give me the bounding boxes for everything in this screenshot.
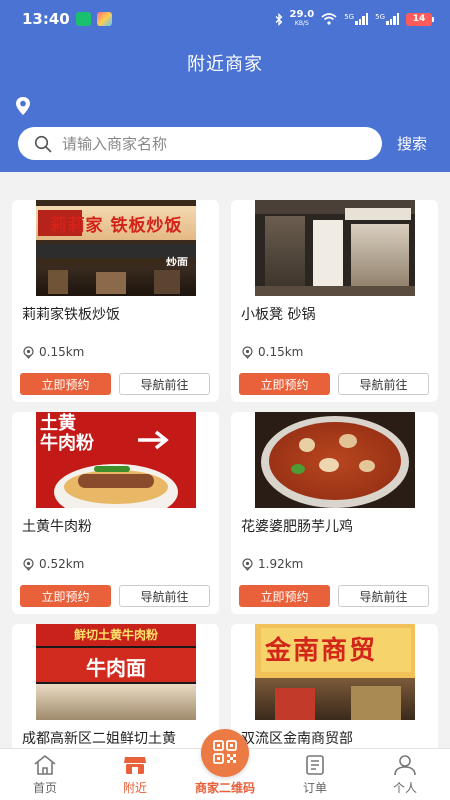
search-box[interactable] <box>18 127 382 160</box>
arrow-right-icon <box>138 430 169 450</box>
user-icon <box>394 755 416 776</box>
merchant-card[interactable]: 土黄 牛肉粉 土黄牛肉粉 0.52km 立即预约 导航前往 <box>12 412 219 614</box>
merchant-card[interactable]: 小板凳 砂锅 0.15km 立即预约 导航前往 <box>231 200 438 402</box>
status-time: 13:40 <box>22 10 70 28</box>
navigate-button[interactable]: 导航前往 <box>338 585 429 607</box>
book-now-button[interactable]: 立即预约 <box>20 373 111 395</box>
book-now-button[interactable]: 立即预约 <box>239 585 330 607</box>
location-pin-icon <box>23 557 34 571</box>
page-title: 附近商家 <box>187 54 263 75</box>
search-input[interactable] <box>62 134 362 153</box>
merchant-photo: 金南商贸 <box>255 624 415 720</box>
store-icon <box>124 757 146 774</box>
tab-home[interactable]: 首页 <box>0 749 90 800</box>
wifi-icon <box>321 13 337 25</box>
tab-merchant-qr[interactable]: 商家二维码 <box>180 729 270 800</box>
status-bar: 13:40 29.0 KB/S 5G 5G 14 <box>0 0 450 38</box>
merchant-name: 双流区金南商贸部 <box>241 731 353 747</box>
merchant-name: 成都高新区二姐鲜切土黄 <box>22 731 176 747</box>
merchant-card[interactable]: 莉莉家 铁板炒饭 炒面 莉莉家铁板炒饭 0.15km 立即预约 导航前往 <box>12 200 219 402</box>
location-pin-icon <box>242 557 253 571</box>
distance-value: 0.52km <box>39 557 85 571</box>
signal-5g-2: 5G <box>375 13 399 25</box>
merchant-name: 土黄牛肉粉 <box>22 519 92 535</box>
orders-icon <box>306 755 324 775</box>
sign-text: 莉莉家 铁板炒饭 <box>49 215 183 236</box>
tab-nearby[interactable]: 附近 <box>90 749 180 800</box>
merchant-photo: 莉莉家 铁板炒饭 炒面 <box>36 200 196 296</box>
merchant-photo <box>255 200 415 296</box>
book-now-button[interactable]: 立即预约 <box>20 585 111 607</box>
location-pin-icon <box>23 345 34 359</box>
merchant-grid: 莉莉家 铁板炒饭 炒面 莉莉家铁板炒饭 0.15km 立即预约 导航前往 小板凳… <box>12 200 440 800</box>
battery-icon: 14 <box>406 12 434 26</box>
wechat-icon <box>75 12 91 26</box>
net-speed-value: 29.0 <box>289 9 315 20</box>
merchant-distance: 0.15km <box>22 345 84 359</box>
battery-level: 14 <box>406 12 432 26</box>
net-speed-unit: KB/S <box>294 20 309 27</box>
sign-text-line2: 牛肉面 <box>86 656 146 680</box>
bluetooth-icon <box>275 12 282 26</box>
tab-orders-label: 订单 <box>302 781 327 795</box>
location-pin-icon[interactable] <box>14 96 32 116</box>
tab-orders[interactable]: 订单 <box>270 749 360 800</box>
signal-bars-icon <box>355 13 369 25</box>
merchant-distance: 0.52km <box>22 557 84 571</box>
sign-text-line1: 金南商贸 <box>265 636 378 666</box>
app-header: 13:40 29.0 KB/S 5G 5G 14 附近商家 请输入商家名称 搜索 <box>0 0 450 172</box>
net-speed: 29.0 KB/S <box>290 10 315 28</box>
navigate-button[interactable]: 导航前往 <box>338 373 429 395</box>
tab-profile-label: 个人 <box>392 781 417 795</box>
distance-value: 0.15km <box>39 345 85 359</box>
tab-profile[interactable]: 个人 <box>360 749 450 800</box>
navigate-button[interactable]: 导航前往 <box>119 585 210 607</box>
merchant-name: 小板凳 砂锅 <box>241 307 316 323</box>
network-label-1: 5G <box>344 13 355 21</box>
home-icon <box>34 755 56 775</box>
signal-bars-icon <box>386 13 399 25</box>
sign-text-line2: 牛肉粉 <box>40 433 94 454</box>
search-button[interactable]: 搜索 <box>397 133 427 154</box>
merchant-distance: 1.92km <box>241 557 303 571</box>
status-indicators: 29.0 KB/S 5G 5G 14 <box>275 10 434 28</box>
merchant-photo <box>255 412 415 508</box>
gallery-app-icon <box>96 12 112 26</box>
merchant-card[interactable]: 花婆婆肥肠芋儿鸡 1.92km 立即预约 导航前往 <box>231 412 438 614</box>
tab-nearby-label: 附近 <box>122 781 147 795</box>
network-label-2: 5G <box>375 13 385 21</box>
signal-5g-1: 5G <box>344 13 369 25</box>
merchant-name: 花婆婆肥肠芋儿鸡 <box>241 519 353 535</box>
location-pin-icon <box>242 345 253 359</box>
qr-code-icon <box>213 739 237 764</box>
sign-text-line1: 鲜切土黄牛肉粉 <box>73 628 158 642</box>
merchant-distance: 0.15km <box>241 345 303 359</box>
qr-code-button[interactable] <box>201 729 249 777</box>
bottom-tab-bar: 首页 附近 商家二维码 订单 个人 <box>0 729 450 800</box>
sign-text-line1: 土黄 <box>40 413 76 434</box>
distance-value: 0.15km <box>258 345 304 359</box>
navigate-button[interactable]: 导航前往 <box>119 373 210 395</box>
tab-merchant-qr-label: 商家二维码 <box>194 781 255 795</box>
merchant-photo: 土黄 牛肉粉 <box>36 412 196 508</box>
search-icon <box>34 135 52 152</box>
book-now-button[interactable]: 立即预约 <box>239 373 330 395</box>
merchant-name: 莉莉家铁板炒饭 <box>22 307 120 323</box>
tab-home-label: 首页 <box>32 781 57 795</box>
merchant-photo: 鲜切土黄牛肉粉 牛肉面 <box>36 624 196 720</box>
distance-value: 1.92km <box>258 557 304 571</box>
